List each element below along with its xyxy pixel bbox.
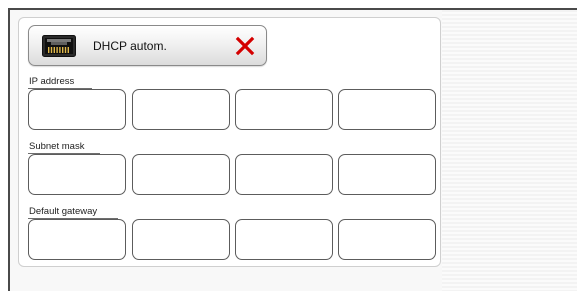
right-empty-pane: [442, 10, 577, 291]
gateway-octet-1[interactable]: [28, 219, 126, 260]
subnet-octet-1[interactable]: [28, 154, 126, 195]
ip-octet-3[interactable]: [235, 89, 333, 130]
dhcp-button-label: DHCP autom.: [93, 39, 167, 53]
default-gateway-label: Default gateway: [29, 206, 98, 217]
subnet-mask-label: Subnet mask: [29, 141, 85, 152]
subnet-octet-4[interactable]: [338, 154, 436, 195]
dhcp-auto-button[interactable]: DHCP autom.: [28, 25, 267, 66]
ip-octet-1[interactable]: [28, 89, 126, 130]
ip-octet-2[interactable]: [132, 89, 230, 130]
gateway-octet-3[interactable]: [235, 219, 333, 260]
network-settings-screen: DHCP autom. IP address Subnet mask Defau…: [0, 0, 577, 291]
subnet-octet-3[interactable]: [235, 154, 333, 195]
subnet-octet-2[interactable]: [132, 154, 230, 195]
gateway-octet-4[interactable]: [338, 219, 436, 260]
close-icon[interactable]: [235, 36, 255, 56]
gateway-octet-2[interactable]: [132, 219, 230, 260]
ethernet-port-icon: [42, 35, 76, 57]
ip-octet-4[interactable]: [338, 89, 436, 130]
ip-address-label: IP address: [29, 76, 75, 87]
